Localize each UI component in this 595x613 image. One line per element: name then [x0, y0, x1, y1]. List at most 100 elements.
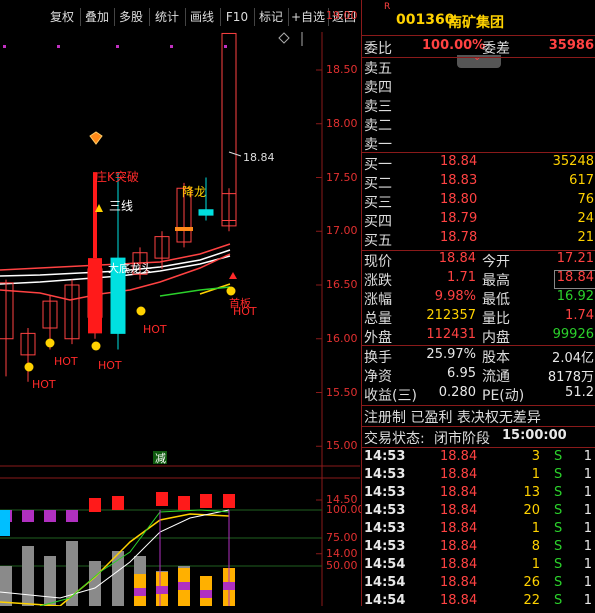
ask-row[interactable]: 卖三 — [362, 96, 595, 116]
stat-value: 1.71 — [447, 270, 476, 285]
hot-dot — [45, 338, 55, 348]
tick-side: S — [554, 521, 563, 536]
tick-row[interactable]: 14:53 18.84 20 S 1 — [362, 503, 595, 523]
stat-label: 外盘 — [364, 330, 392, 346]
ask-row[interactable]: 卖五 — [362, 58, 595, 78]
tick-count: 1 — [583, 467, 592, 482]
tick-row[interactable]: 14:54 18.84 22 S 1 — [362, 593, 595, 613]
stat-value: 112431 — [426, 327, 476, 342]
osc-bar-purple — [156, 586, 168, 594]
tick-count: 1 — [583, 539, 592, 554]
stock-name[interactable]: 南矿集团 — [448, 12, 504, 32]
bid-level-label: 买五 — [364, 233, 392, 249]
stat-value: 18.84 — [438, 251, 476, 266]
osc-bar — [89, 561, 101, 606]
big-bottom-label: 大底龙头 — [108, 261, 152, 275]
statistics-button[interactable]: 统计 — [152, 8, 182, 26]
ask-row[interactable]: 卖一 — [362, 134, 595, 154]
bid-price: 18.84 — [440, 154, 478, 169]
bid-row[interactable]: 买五 18.78 21 — [362, 230, 595, 250]
tick-row[interactable]: 14:53 18.84 3 S 1 — [362, 449, 595, 469]
stat-label: 现价 — [364, 254, 392, 270]
toolbar-divider — [254, 8, 255, 26]
signal-dot — [57, 45, 60, 48]
stat-label: 涨跌 — [364, 273, 392, 289]
tick-row[interactable]: 14:54 18.84 1 S 1 — [362, 557, 595, 577]
high-highlight-box — [554, 270, 595, 289]
bid-row[interactable]: 买三 18.80 76 — [362, 192, 595, 212]
bid-level-label: 买一 — [364, 157, 392, 173]
tick-count: 1 — [583, 521, 592, 536]
hot-label: HOT — [32, 378, 56, 391]
price-tick-label: 16.50 — [326, 278, 358, 291]
toolbar-divider — [149, 8, 150, 26]
osc-top-purple — [22, 510, 34, 522]
tick-row[interactable]: 14:53 18.84 1 S 1 — [362, 521, 595, 541]
bid-row[interactable]: 买四 18.79 24 — [362, 211, 595, 231]
candle-wick — [93, 172, 97, 259]
multi-stock-button[interactable]: 多股 — [117, 8, 145, 26]
order-diff-value: 35986 — [548, 38, 594, 53]
price-tick-label: 15.00 — [326, 439, 358, 453]
r-badge: R — [384, 2, 391, 12]
tick-time: 14:54 — [364, 575, 406, 590]
osc-bar — [22, 546, 34, 606]
tick-volume: 1 — [531, 467, 540, 482]
bid-price: 18.80 — [440, 192, 478, 207]
stat-value: 99926 — [552, 327, 594, 342]
osc-bar-purple — [134, 588, 146, 596]
bid-row[interactable]: 买一 18.84 35248 — [362, 154, 595, 174]
add-watchlist-button[interactable]: +自选 — [290, 8, 326, 26]
stat-value: 1.74 — [565, 308, 594, 323]
down-dragon-label: 降龙 — [182, 185, 206, 199]
status-line-text: 注册制 已盈利 表决权无差异 — [364, 410, 541, 426]
restore-rights-button[interactable]: 复权 — [48, 8, 76, 26]
tick-time: 14:53 — [364, 467, 406, 482]
hot-label: HOT — [233, 305, 257, 318]
bid-volume: 35248 — [552, 154, 594, 169]
stat-row: 总量 212357 量比 1.74 — [362, 308, 595, 328]
flat-bar — [175, 227, 193, 231]
tick-row[interactable]: 14:53 18.84 1 S 1 — [362, 467, 595, 487]
tick-side: S — [554, 449, 563, 464]
ask-row[interactable]: 卖四 — [362, 77, 595, 97]
osc-top-purple — [44, 510, 56, 522]
price-tick-label: 15.50 — [326, 385, 358, 399]
tick-row[interactable]: 14:54 18.84 26 S 1 — [362, 575, 595, 595]
tick-row[interactable]: 14:53 18.84 13 S 1 — [362, 485, 595, 505]
tick-price: 18.84 — [440, 449, 478, 464]
kline-chart[interactable]: 庄K突破 三线 降龙 大底龙头 18.84 首板 HOT HOT HOT HOT… — [0, 9, 365, 607]
bid-volume: 24 — [577, 211, 594, 226]
signal-dot — [170, 45, 173, 48]
stat-label: 总量 — [364, 311, 392, 327]
stock-code[interactable]: 001360 — [396, 12, 454, 28]
tick-side: S — [554, 503, 563, 518]
bid-price: 18.78 — [440, 230, 478, 245]
f10-button[interactable]: F10 — [223, 8, 251, 26]
overlay-button[interactable]: 叠加 — [83, 8, 111, 26]
tick-price: 18.84 — [440, 521, 478, 536]
candle-body[interactable] — [88, 258, 102, 334]
tick-row[interactable]: 14:53 18.84 8 S 1 — [362, 539, 595, 559]
ask-row[interactable]: 卖二 — [362, 115, 595, 135]
stat-label: 今开 — [482, 254, 510, 270]
draw-line-button[interactable]: 画线 — [188, 8, 216, 26]
trade-state-value: 闭市阶段 — [434, 431, 490, 447]
tick-count: 1 — [583, 503, 592, 518]
hot-dot — [24, 362, 34, 372]
toolbar-divider — [80, 8, 81, 26]
tick-price: 18.84 — [440, 485, 478, 500]
stat-label: 净资 — [364, 369, 392, 385]
tick-price: 18.84 — [440, 575, 478, 590]
osc-tick-label: 100.00 — [326, 503, 365, 516]
kline-chart-canvas[interactable]: 庄K突破 三线 降龙 大底龙头 18.84 首板 HOT HOT HOT HOT… — [0, 15, 360, 607]
mark-button[interactable]: 标记 — [257, 8, 285, 26]
trade-state-label: 交易状态: — [364, 431, 425, 447]
tick-time: 14:54 — [364, 557, 406, 572]
hot-dot — [136, 306, 146, 316]
tick-volume: 1 — [531, 557, 540, 572]
bid-row[interactable]: 买二 18.83 617 — [362, 173, 595, 193]
tick-side: S — [554, 467, 563, 482]
diamond-icon[interactable] — [278, 32, 290, 44]
candle-body[interactable] — [198, 209, 214, 216]
